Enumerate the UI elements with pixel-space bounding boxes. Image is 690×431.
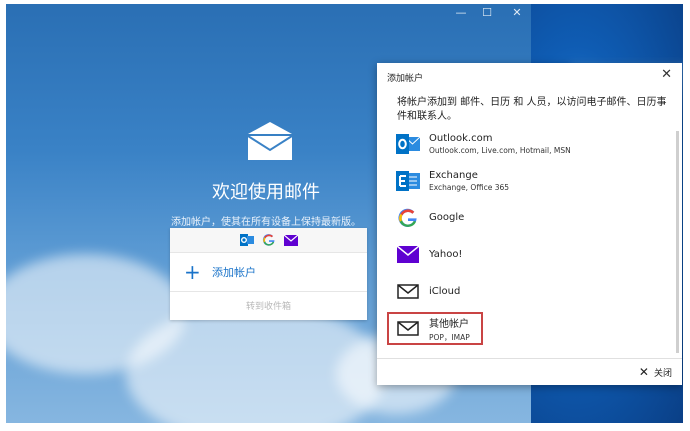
scrollbar[interactable] xyxy=(676,131,679,353)
mail-app-window: — ☐ ✕ 欢迎使用邮件 添加帐户，使其在所有设备上保持最新版。 + 添加帐户 … xyxy=(6,4,683,423)
mail-icon xyxy=(397,321,419,336)
footer-close-label: 关闭 xyxy=(653,368,672,379)
account-option-icloud[interactable]: iCloud xyxy=(387,273,673,310)
add-account-button[interactable]: + 添加帐户 xyxy=(170,253,367,292)
account-list: Outlook.com Outlook.com, Live.com, Hotma… xyxy=(387,125,673,345)
footer-close-button[interactable]: ✕ 关闭 xyxy=(639,365,672,379)
account-name: Exchange xyxy=(429,169,478,181)
plus-icon: + xyxy=(184,260,201,284)
dialog-title: 添加帐户 xyxy=(387,74,424,84)
account-name: Yahoo! xyxy=(429,249,463,260)
close-icon: ✕ xyxy=(638,365,649,379)
account-detail: POP，IMAP xyxy=(429,332,470,342)
dialog-close-button[interactable]: ✕ xyxy=(661,67,672,82)
account-option-yahoo[interactable]: Yahoo! xyxy=(387,236,673,273)
google-icon xyxy=(262,234,274,246)
dialog-footer: ✕ 关闭 xyxy=(377,358,682,385)
goto-inbox-link[interactable]: 转到收件箱 xyxy=(170,292,367,318)
account-name: Outlook.com xyxy=(429,132,493,144)
welcome-subtitle: 添加帐户，使其在所有设备上保持最新版。 xyxy=(171,217,361,228)
mail-logo-icon xyxy=(247,122,293,160)
mail-icon xyxy=(397,284,419,299)
dialog-description: 将帐户添加到 邮件、日历 和 人员，以访问电子邮件、日历事件和联系人。 xyxy=(397,97,667,122)
outlook-icon xyxy=(239,234,254,246)
close-window-button[interactable]: ✕ xyxy=(502,6,532,19)
add-account-card: + 添加帐户 转到收件箱 xyxy=(170,228,367,320)
yahoo-icon xyxy=(397,246,419,263)
add-account-label: 添加帐户 xyxy=(212,266,256,279)
add-account-dialog: 添加帐户 ✕ 将帐户添加到 邮件、日历 和 人员，以访问电子邮件、日历事件和联系… xyxy=(377,63,682,385)
exchange-icon xyxy=(396,170,420,191)
welcome-title: 欢迎使用邮件 xyxy=(212,182,320,203)
outlook-icon xyxy=(396,133,420,154)
account-name: iCloud xyxy=(429,286,461,297)
account-option-other[interactable]: 其他帐户 POP，IMAP xyxy=(387,312,483,345)
account-option-google[interactable]: Google xyxy=(387,199,673,236)
account-option-outlook[interactable]: Outlook.com Outlook.com, Live.com, Hotma… xyxy=(387,125,673,162)
account-detail: Exchange, Office 365 xyxy=(429,182,510,192)
account-name: Google xyxy=(429,212,465,223)
account-detail: Outlook.com, Live.com, Hotmail, MSN xyxy=(429,145,571,155)
maximize-button[interactable]: ☐ xyxy=(472,6,502,19)
account-option-exchange[interactable]: Exchange Exchange, Office 365 xyxy=(387,162,673,199)
yahoo-icon xyxy=(283,234,298,246)
account-name: 其他帐户 xyxy=(429,318,469,330)
provider-icons xyxy=(170,228,367,253)
google-icon xyxy=(398,208,417,227)
